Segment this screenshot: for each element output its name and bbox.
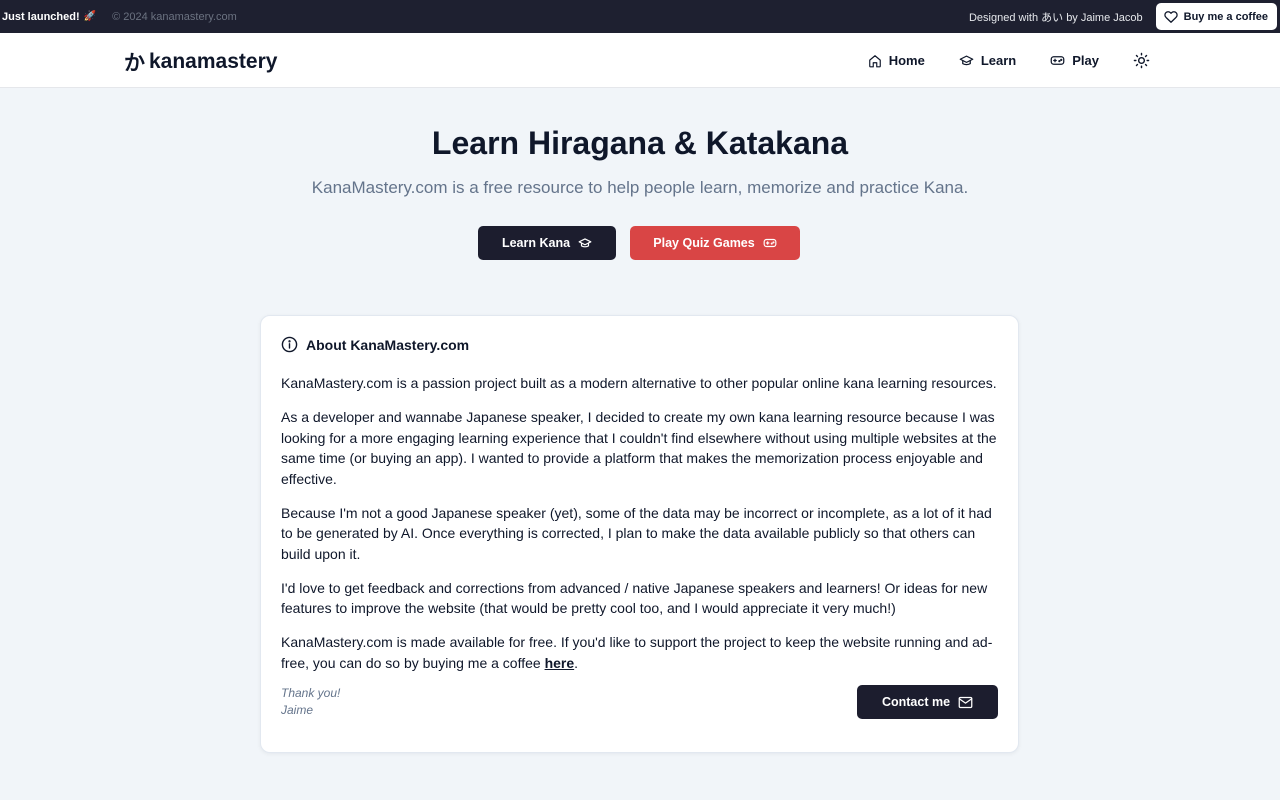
learn-kana-label: Learn Kana: [501, 236, 571, 250]
signoff-thanks: Thank you!: [281, 686, 341, 700]
site-logo[interactable]: か kanamastery: [124, 47, 277, 77]
nav-learn[interactable]: Learn: [959, 53, 1016, 68]
graduation-cap-icon: [578, 238, 592, 248]
hero-actions: Learn Kana Play Quiz Games: [478, 226, 800, 260]
heart-icon: [1163, 10, 1178, 23]
sun-icon: [1133, 52, 1150, 69]
nav-play[interactable]: Play: [1050, 53, 1099, 68]
gamepad-icon: [1050, 56, 1065, 65]
about-heading: About KanaMastery.com: [281, 336, 998, 353]
info-icon: [281, 336, 298, 353]
play-quiz-games-button[interactable]: Play Quiz Games: [630, 226, 800, 260]
site-header: か kanamastery Home Learn Play: [0, 33, 1280, 88]
launch-badge: Just launched! 🚀: [2, 11, 96, 23]
launch-label: Just launched!: [2, 10, 80, 23]
support-end: .: [574, 654, 579, 671]
support-here-link[interactable]: here: [545, 655, 575, 671]
about-paragraph: KanaMastery.com is a passion project bui…: [281, 375, 997, 391]
about-title: About KanaMastery.com: [306, 336, 470, 353]
contact-me-button[interactable]: Contact me: [857, 685, 998, 719]
nav-learn-label: Learn: [980, 53, 1017, 68]
theme-toggle[interactable]: [1133, 52, 1150, 69]
support-paragraph: KanaMastery.com is made available for fr…: [281, 632, 998, 673]
rocket-icon: 🚀: [83, 11, 97, 22]
signoff-name: Jaime: [281, 703, 314, 717]
play-quiz-label: Play Quiz Games: [653, 236, 755, 250]
about-paragraph: Because I'm not a good Japanese speaker …: [281, 504, 992, 562]
about-paragraph: As a developer and wannabe Japanese spea…: [281, 409, 997, 487]
signoff: Thank you! Jaime: [281, 685, 340, 719]
graduation-cap-icon: [959, 55, 974, 66]
learn-kana-button[interactable]: Learn Kana: [478, 226, 616, 260]
about-paragraph: I'd love to get feedback and corrections…: [281, 579, 988, 617]
coffee-button-label: Buy me a coffee: [1183, 10, 1268, 23]
contact-me-label: Contact me: [881, 695, 951, 709]
nav-home[interactable]: Home: [868, 53, 925, 68]
copyright-text: © 2024 kanamastery.com: [112, 10, 237, 23]
main-nav: Home Learn Play: [868, 33, 1150, 88]
announcement-bar: Just launched! 🚀 © 2024 kanamastery.com …: [0, 0, 1280, 33]
page-subtitle: KanaMastery.com is a free resource to he…: [311, 178, 969, 197]
announcement-right: Designed with あい by Jaime Jacob Buy me a…: [969, 3, 1277, 30]
mail-icon: [958, 696, 973, 708]
gamepad-icon: [763, 238, 777, 248]
home-icon: [868, 54, 881, 67]
logo-text: kanamastery: [149, 50, 278, 73]
support-text: KanaMastery.com is made available for fr…: [281, 634, 993, 671]
nav-home-label: Home: [888, 53, 925, 68]
about-card: About KanaMastery.com KanaMastery.com is…: [260, 315, 1019, 753]
designed-by-text: Designed with あい by Jaime Jacob: [968, 11, 1143, 24]
announcement-left: Just launched! 🚀 © 2024 kanamastery.com: [2, 11, 237, 23]
page-title: Learn Hiragana & Katakana: [431, 125, 849, 161]
buy-me-a-coffee-button[interactable]: Buy me a coffee: [1155, 3, 1277, 30]
nav-play-label: Play: [1072, 53, 1099, 68]
logo-kana: か: [124, 52, 145, 75]
